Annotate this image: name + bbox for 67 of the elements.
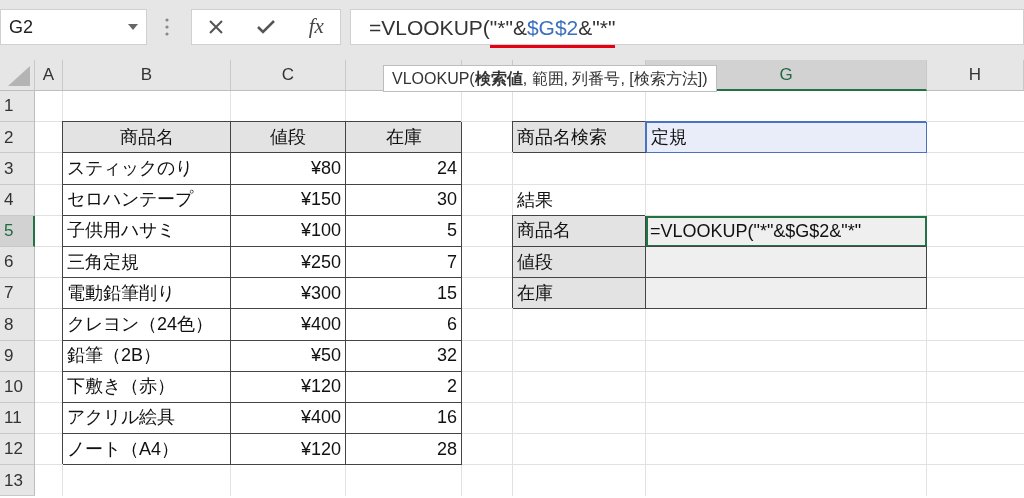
row-header[interactable]: 8 [0, 309, 35, 341]
highlighted-cell: 定規 [646, 122, 927, 154]
insert-function-button[interactable]: fx [308, 11, 324, 43]
table-cell: アクリル絵具 [63, 402, 231, 435]
table-cell: 値段 [513, 246, 646, 279]
table-cell: クレヨン（24色） [63, 309, 231, 341]
row-header[interactable]: 4 [0, 184, 35, 216]
column-header[interactable]: B [63, 60, 231, 91]
table-cell: 5 [346, 215, 462, 247]
table-cell: ¥120 [231, 434, 346, 466]
table-cell: 15 [346, 278, 462, 310]
close-icon[interactable] [208, 19, 225, 35]
row-header[interactable]: 2 [0, 122, 35, 154]
row-header[interactable]: 12 [0, 434, 35, 466]
column-header[interactable]: A [35, 60, 63, 91]
table-cell: ¥100 [231, 215, 346, 247]
row-header[interactable]: 11 [0, 402, 35, 435]
table-cell: ¥120 [231, 371, 346, 403]
table-cell: 28 [346, 434, 462, 466]
formula-field[interactable]: =VLOOKUP("*"&$G$2&"*" [350, 9, 1024, 45]
table-cell: 在庫 [346, 122, 462, 154]
table-cell: 7 [346, 246, 462, 279]
table-cell: ¥400 [231, 309, 346, 341]
table-cell: 三角定規 [63, 246, 231, 279]
row-header[interactable]: 3 [0, 153, 35, 185]
checkmark-icon[interactable] [256, 19, 277, 35]
table-cell: 24 [346, 153, 462, 185]
table-cell: スティックのり [63, 153, 231, 185]
table-cell: 32 [346, 340, 462, 372]
table-cell: 子供用ハサミ [63, 215, 231, 247]
row-header[interactable]: 9 [0, 340, 35, 372]
function-tooltip: VLOOKUP(検索値, 範囲, 列番号, [検索方法]) [383, 65, 717, 92]
table-cell: 電動鉛筆削り [63, 278, 231, 310]
row-header[interactable]: 6 [0, 246, 35, 279]
row-header[interactable]: 5 [0, 215, 35, 247]
table-cell: 2 [346, 371, 462, 403]
table-cell: 30 [346, 184, 462, 216]
table-cell: セロハンテープ [63, 184, 231, 216]
more-icon [165, 18, 169, 36]
table-cell: ¥400 [231, 402, 346, 435]
column-header[interactable]: H [927, 60, 1024, 91]
table-cell: 在庫 [513, 278, 646, 310]
table-cell: 商品名検索 [513, 122, 646, 154]
table-cell: 商品名 [513, 215, 646, 247]
row-header[interactable]: 13 [0, 465, 35, 497]
column-header[interactable]: C [231, 60, 346, 91]
table-cell: ¥250 [231, 246, 346, 279]
row-header[interactable]: 10 [0, 371, 35, 403]
table-cell-text: 結果 [516, 188, 554, 212]
table-cell: ¥80 [231, 153, 346, 185]
cell-reference-text: G2 [9, 15, 33, 39]
table-cell: ¥50 [231, 340, 346, 372]
table-cell: ¥150 [231, 184, 346, 216]
cell-editor[interactable]: =VLOOKUP("*"&$G$2&"*" [646, 215, 927, 247]
table-cell: 6 [346, 309, 462, 341]
table-cell: ノート（A4） [63, 434, 231, 466]
formula-text: =VLOOKUP("*"&$G$2&"*" [369, 6, 616, 48]
table-cell: 下敷き（赤） [63, 371, 231, 403]
table-cell: 16 [346, 402, 462, 435]
table-cell: 値段 [231, 122, 346, 154]
name-box[interactable]: G2 [0, 9, 147, 45]
table-cell: 商品名 [63, 122, 231, 154]
row-header[interactable]: 7 [0, 278, 35, 310]
table-cell: ¥300 [231, 278, 346, 310]
table-cell: 鉛筆（2B） [63, 340, 231, 372]
dropdown-caret-icon[interactable] [128, 24, 138, 30]
row-header[interactable]: 1 [0, 91, 35, 123]
